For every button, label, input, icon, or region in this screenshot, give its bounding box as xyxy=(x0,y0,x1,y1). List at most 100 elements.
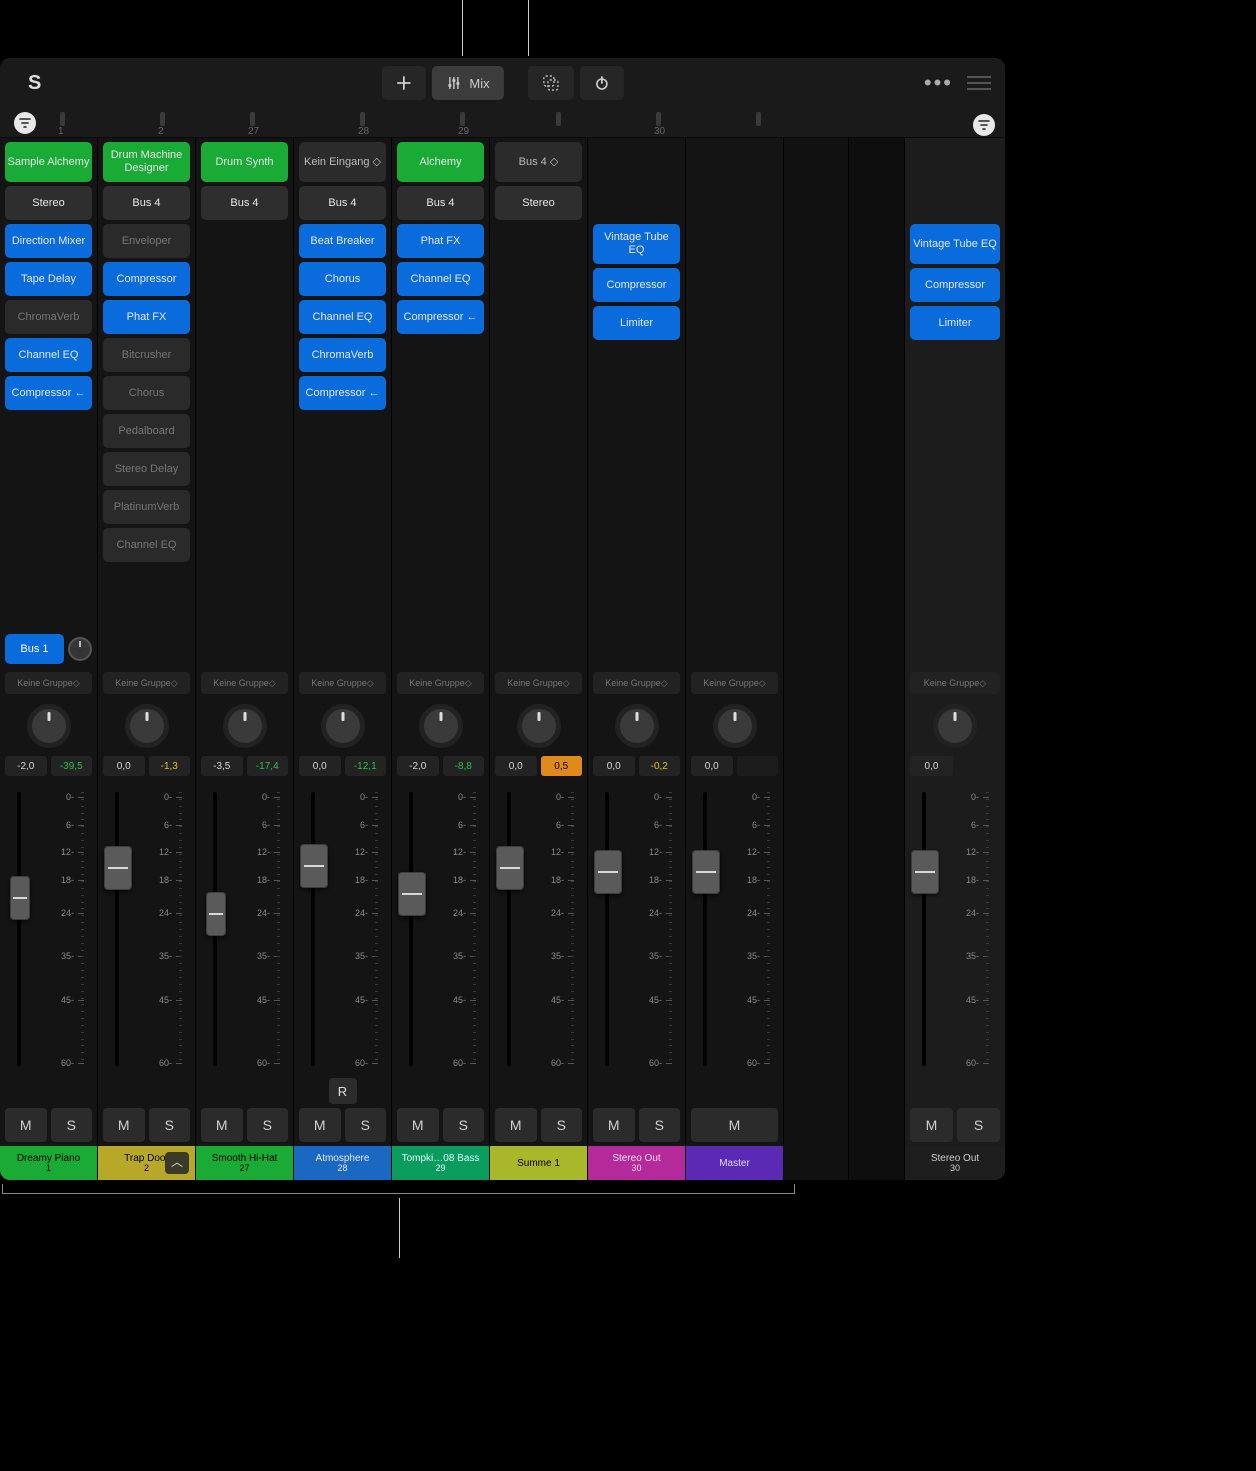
fx-slot[interactable]: Bitcrusher xyxy=(103,338,190,372)
fx-slot[interactable]: Pedalboard xyxy=(103,414,190,448)
drag-handle-icon[interactable] xyxy=(967,76,991,90)
track-name-bar[interactable]: Dreamy Piano1 xyxy=(0,1146,97,1180)
solo-button[interactable]: S xyxy=(51,1108,93,1142)
group-slot[interactable]: Keine Gruppe◇ xyxy=(691,672,778,694)
group-slot[interactable]: Keine Gruppe◇ xyxy=(103,672,190,694)
fx-slot[interactable]: PlatinumVerb xyxy=(103,490,190,524)
solo-button[interactable]: S xyxy=(639,1108,681,1142)
send-level-knob[interactable] xyxy=(68,637,92,661)
fx-slot[interactable]: Compressor ← xyxy=(5,376,92,410)
fx-slot[interactable]: Channel EQ xyxy=(299,300,386,334)
selection-link-button[interactable] xyxy=(528,66,574,100)
mute-button[interactable]: M xyxy=(397,1108,439,1142)
fx-slot[interactable]: ChromaVerb xyxy=(5,300,92,334)
fader-handle[interactable] xyxy=(398,872,426,916)
solo-button[interactable]: S xyxy=(541,1108,583,1142)
fx-slot[interactable]: Compressor ← xyxy=(397,300,484,334)
instrument-slot[interactable]: Alchemy xyxy=(397,142,484,182)
solo-button[interactable]: S xyxy=(149,1108,191,1142)
fader-handle[interactable] xyxy=(692,850,720,894)
pan-knob[interactable] xyxy=(223,704,267,748)
instrument-slot[interactable]: Bus 4 ◇ xyxy=(495,142,582,182)
filter-menu-button-right[interactable] xyxy=(973,114,995,136)
output-routing-slot[interactable]: Bus 4 xyxy=(397,186,484,220)
group-slot[interactable]: Keine Gruppe◇ xyxy=(5,672,92,694)
output-routing-slot[interactable]: Bus 4 xyxy=(103,186,190,220)
fx-slot[interactable]: Phat FX xyxy=(103,300,190,334)
group-slot[interactable]: Keine Gruppe◇ xyxy=(201,672,288,694)
fx-slot[interactable]: Chorus xyxy=(103,376,190,410)
solo-button[interactable]: S xyxy=(247,1108,289,1142)
pan-knob[interactable] xyxy=(713,704,757,748)
mute-button[interactable]: M xyxy=(691,1108,778,1142)
solo-button[interactable]: S xyxy=(443,1108,485,1142)
mute-button[interactable]: M xyxy=(201,1108,243,1142)
fx-slot[interactable]: Vintage Tube EQ xyxy=(910,224,1000,264)
output-routing-slot[interactable]: Bus 4 xyxy=(299,186,386,220)
fx-slot[interactable]: Limiter xyxy=(593,306,680,340)
fx-slot[interactable]: Enveloper xyxy=(103,224,190,258)
fx-slot[interactable]: Channel EQ xyxy=(397,262,484,296)
filter-menu-button[interactable] xyxy=(14,112,36,134)
output-routing-slot[interactable]: Bus 4 xyxy=(201,186,288,220)
fx-slot[interactable]: Chorus xyxy=(299,262,386,296)
group-slot[interactable]: Keine Gruppe◇ xyxy=(397,672,484,694)
fx-slot[interactable]: Channel EQ xyxy=(103,528,190,562)
solo-button[interactable]: S xyxy=(345,1108,387,1142)
fx-slot[interactable]: Channel EQ xyxy=(5,338,92,372)
fx-slot[interactable]: Compressor xyxy=(593,268,680,302)
fx-slot[interactable]: Limiter xyxy=(910,306,1000,340)
pan-knob[interactable] xyxy=(419,704,463,748)
group-slot[interactable]: Keine Gruppe◇ xyxy=(495,672,582,694)
power-button[interactable] xyxy=(580,66,624,100)
instrument-slot[interactable]: Kein Eingang ◇ xyxy=(299,142,386,182)
fader-handle[interactable] xyxy=(300,844,328,888)
solo-indicator[interactable]: S xyxy=(28,72,41,95)
mute-button[interactable]: M xyxy=(5,1108,47,1142)
output-routing-slot[interactable]: Stereo xyxy=(5,186,92,220)
fx-slot[interactable]: Phat FX xyxy=(397,224,484,258)
fader-handle[interactable] xyxy=(206,892,226,936)
output-routing-slot[interactable]: Stereo xyxy=(495,186,582,220)
solo-button[interactable]: S xyxy=(957,1108,1000,1142)
fader-handle[interactable] xyxy=(104,846,132,890)
group-slot[interactable]: Keine Gruppe◇ xyxy=(299,672,386,694)
pan-knob[interactable] xyxy=(27,704,71,748)
pan-knob[interactable] xyxy=(933,704,977,748)
mute-button[interactable]: M xyxy=(299,1108,341,1142)
fx-slot[interactable]: Direction Mixer xyxy=(5,224,92,258)
record-enable-button[interactable]: R xyxy=(329,1078,357,1104)
fx-slot[interactable]: Stereo Delay xyxy=(103,452,190,486)
mute-button[interactable]: M xyxy=(103,1108,145,1142)
fx-slot[interactable]: ChromaVerb xyxy=(299,338,386,372)
track-name-bar[interactable]: Stereo Out30 xyxy=(905,1146,1005,1180)
mute-button[interactable]: M xyxy=(910,1108,953,1142)
mute-button[interactable]: M xyxy=(495,1108,537,1142)
fx-slot[interactable]: Compressor xyxy=(910,268,1000,302)
fader-handle[interactable] xyxy=(496,846,524,890)
pan-knob[interactable] xyxy=(615,704,659,748)
track-stack-toggle[interactable]: ︿ xyxy=(165,1152,189,1174)
fx-slot[interactable]: Beat Breaker xyxy=(299,224,386,258)
fx-slot[interactable]: Compressor ← xyxy=(299,376,386,410)
group-slot[interactable]: Keine Gruppe◇ xyxy=(593,672,680,694)
fader-handle[interactable] xyxy=(594,850,622,894)
track-name-bar[interactable]: Tompki…08 Bass29 xyxy=(392,1146,489,1180)
mute-button[interactable]: M xyxy=(593,1108,635,1142)
mix-view-button[interactable]: Mix xyxy=(431,66,503,100)
track-name-bar[interactable]: Stereo Out30 xyxy=(588,1146,685,1180)
instrument-slot[interactable]: Drum Synth xyxy=(201,142,288,182)
group-slot[interactable]: Keine Gruppe◇ xyxy=(910,672,1000,694)
track-name-bar[interactable]: Summe 1 xyxy=(490,1146,587,1180)
pan-knob[interactable] xyxy=(517,704,561,748)
more-menu-button[interactable]: ••• xyxy=(924,70,953,96)
fader-handle[interactable] xyxy=(10,876,30,920)
instrument-slot[interactable]: Sample Alchemy xyxy=(5,142,92,182)
channel-overview-ruler[interactable]: 1227282930 xyxy=(0,108,1005,138)
pan-knob[interactable] xyxy=(321,704,365,748)
send-slot[interactable]: Bus 1 xyxy=(5,634,64,664)
fx-slot[interactable]: Compressor xyxy=(103,262,190,296)
instrument-slot[interactable]: Drum Machine Designer xyxy=(103,142,190,182)
track-name-bar[interactable]: Master xyxy=(686,1146,783,1180)
add-track-button[interactable] xyxy=(381,66,425,100)
